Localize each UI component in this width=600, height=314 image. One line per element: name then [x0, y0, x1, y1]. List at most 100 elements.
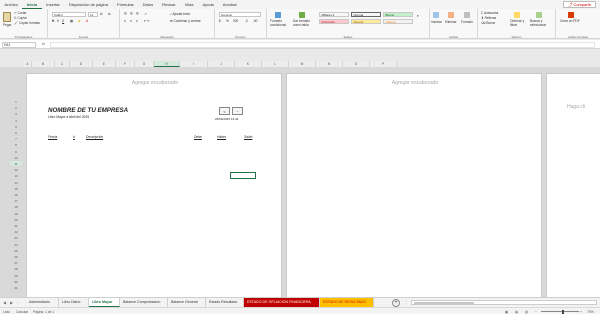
align-left-icon[interactable]: ≡ [124, 19, 126, 23]
table-format-icon[interactable] [299, 12, 305, 18]
col-debe[interactable]: Debe [194, 135, 202, 139]
page-layout-icon[interactable]: ▤ [515, 310, 518, 314]
column-header-l[interactable]: L [262, 61, 289, 67]
zoom-slider-handle[interactable] [562, 309, 564, 314]
font-color-icon[interactable]: A [86, 19, 88, 23]
menu-disposicion[interactable]: Disposición de página [64, 0, 112, 9]
align-middle-icon[interactable]: ☰ [130, 12, 133, 16]
column-header-d[interactable]: D [70, 61, 93, 67]
zoom-level[interactable]: 70% [587, 310, 594, 314]
formula-input[interactable] [50, 41, 595, 48]
fill-button[interactable]: ⬇ Rellenar [481, 16, 496, 20]
conditional-format-button[interactable]: Formato condicional [270, 19, 292, 27]
wrap-text-button[interactable]: ⤶ Ajustar texto [170, 12, 190, 16]
sheet-tab-libro-mayor[interactable]: Libro Mayor [89, 298, 120, 307]
normal-view-icon[interactable]: ▦ [505, 310, 508, 314]
column-header-f[interactable]: F [116, 61, 135, 67]
format-painter-button[interactable]: 🖌 Copiar formato [14, 21, 40, 25]
page-2[interactable]: Agregar encabezado [286, 73, 542, 298]
menu-insertar[interactable]: Insertar [42, 0, 65, 9]
status-calculate[interactable]: Calcular [16, 310, 28, 314]
col-saldo[interactable]: Saldo [244, 135, 252, 139]
col-fecha[interactable]: Fecha [48, 135, 57, 139]
pdf-icon[interactable] [568, 12, 574, 18]
create-pdf-button[interactable]: Crear un PDF [560, 19, 582, 24]
style-cell-millares[interactable]: Millares 2 [319, 12, 349, 17]
decrease-decimal-icon[interactable]: ,00 [253, 19, 257, 23]
copy-button[interactable]: ⎘ Copiar [14, 16, 27, 20]
insert-cells-icon[interactable] [433, 12, 439, 18]
align-bottom-icon[interactable]: ☰ [136, 12, 139, 16]
header-hint-2[interactable]: Agregar encabezado [287, 80, 543, 86]
column-header-c[interactable]: C [55, 61, 70, 67]
font-name-select[interactable]: Calibri [52, 12, 86, 17]
sheet-tab-estado-resultado[interactable]: Estado Resultado [206, 298, 244, 307]
insert-cells-button[interactable]: Insertar [431, 20, 442, 24]
ledger-subtitle[interactable]: Libro Mayor a Abril del 2025 [48, 115, 89, 119]
style-cell-bueno[interactable]: Bueno [383, 12, 413, 17]
sheet-tab-balance-general[interactable]: Balance General [168, 298, 206, 307]
percent-icon[interactable]: % [226, 19, 229, 23]
header-hint-3[interactable]: Haga cli [567, 104, 585, 110]
style-cell-normal[interactable]: Normal [351, 12, 381, 17]
menu-formulas[interactable]: Fórmulas [113, 0, 139, 9]
merge-center-button[interactable]: ⊞ Combinar y centrar [170, 19, 201, 23]
clear-button[interactable]: ⌫ Borrar [481, 21, 495, 25]
column-header-k[interactable]: K [235, 61, 262, 67]
sheet-tab-estado-de-resultado[interactable]: ESTADO DE RESULTADO [320, 298, 374, 307]
prev-button[interactable]: < [219, 107, 230, 115]
page-1[interactable]: Agregar encabezado NOMBRE DE TU EMPRESA … [26, 73, 282, 298]
style-cell-incorrecto[interactable]: Incorrecto [319, 19, 349, 24]
column-header-h[interactable]: H [154, 61, 180, 67]
selected-cell[interactable] [230, 172, 256, 179]
find-select-icon[interactable] [536, 12, 542, 18]
autosum-button[interactable]: Σ Autosuma [481, 11, 498, 15]
menu-ayuda[interactable]: Ayuda [198, 0, 218, 9]
page-3[interactable]: Haga cli [546, 73, 600, 298]
tab-prev-icon[interactable]: ◀ [3, 300, 6, 305]
name-box[interactable]: H11 [2, 41, 36, 48]
tab-next-icon[interactable]: ▶ [10, 300, 13, 305]
delete-cells-icon[interactable] [448, 12, 454, 18]
column-header-m[interactable]: M [289, 61, 316, 67]
underline-icon[interactable]: S [62, 19, 64, 23]
sheet-tab-balance-comprobacion[interactable]: Balance Comprobacion [120, 298, 168, 307]
paste-button[interactable]: Pegar [3, 23, 12, 27]
column-header-e[interactable]: E [93, 61, 116, 67]
sheet-area[interactable]: Agregar encabezado NOMBRE DE TU EMPRESA … [0, 67, 600, 298]
find-select-button[interactable]: Buscar y seleccionar [530, 19, 552, 27]
menu-datos[interactable]: Datos [138, 0, 157, 9]
sort-filter-icon[interactable] [514, 12, 520, 18]
fill-color-icon[interactable]: ▰ [78, 19, 80, 23]
sort-filter-button[interactable]: Ordenar y filtrar [510, 19, 526, 27]
font-size-select[interactable]: 11 [88, 12, 98, 17]
col-haber[interactable]: Haber [217, 135, 226, 139]
horizontal-scrollbar[interactable] [411, 300, 597, 305]
column-header-b[interactable]: B [32, 61, 55, 67]
menu-vista[interactable]: Vista [180, 0, 198, 9]
column-header-a[interactable]: A [24, 61, 32, 67]
style-cell-neutral[interactable]: Neutral [351, 19, 381, 24]
thousands-icon[interactable]: 000 [233, 19, 238, 23]
share-button[interactable]: ⤴ Compartir [563, 1, 596, 8]
style-cell-calculo[interactable]: Cálculo [383, 19, 413, 24]
bold-icon[interactable]: N [52, 19, 54, 23]
menu-revisar[interactable]: Revisar [158, 0, 181, 9]
sheet-tab-estado-de-situacion-financiera[interactable]: ESTADO DE SITUACION FINANCIERA [244, 298, 320, 307]
align-center-icon[interactable]: ≡ [130, 19, 132, 23]
format-cells-button[interactable]: Formato [461, 20, 473, 24]
menu-archivo[interactable]: Archivo [0, 0, 22, 9]
cut-button[interactable]: ✂ Cortar [14, 11, 26, 15]
zoom-out-icon[interactable]: − [535, 310, 537, 314]
column-header-i[interactable]: I [180, 61, 208, 67]
fx-icon[interactable]: fx [42, 41, 45, 46]
more-button[interactable]: ... [232, 107, 243, 115]
zoom-slider[interactable] [541, 311, 579, 312]
format-cells-icon[interactable] [464, 12, 470, 18]
paste-icon[interactable] [3, 12, 11, 22]
menu-acrobat[interactable]: Acrobat [218, 0, 241, 9]
borders-icon[interactable]: ▦ [70, 19, 73, 23]
page-break-icon[interactable]: ▥ [525, 310, 528, 314]
header-hint[interactable]: Agregar encabezado [27, 80, 283, 86]
sheet-tab-asientodiario[interactable]: Asientodiario [26, 298, 59, 307]
